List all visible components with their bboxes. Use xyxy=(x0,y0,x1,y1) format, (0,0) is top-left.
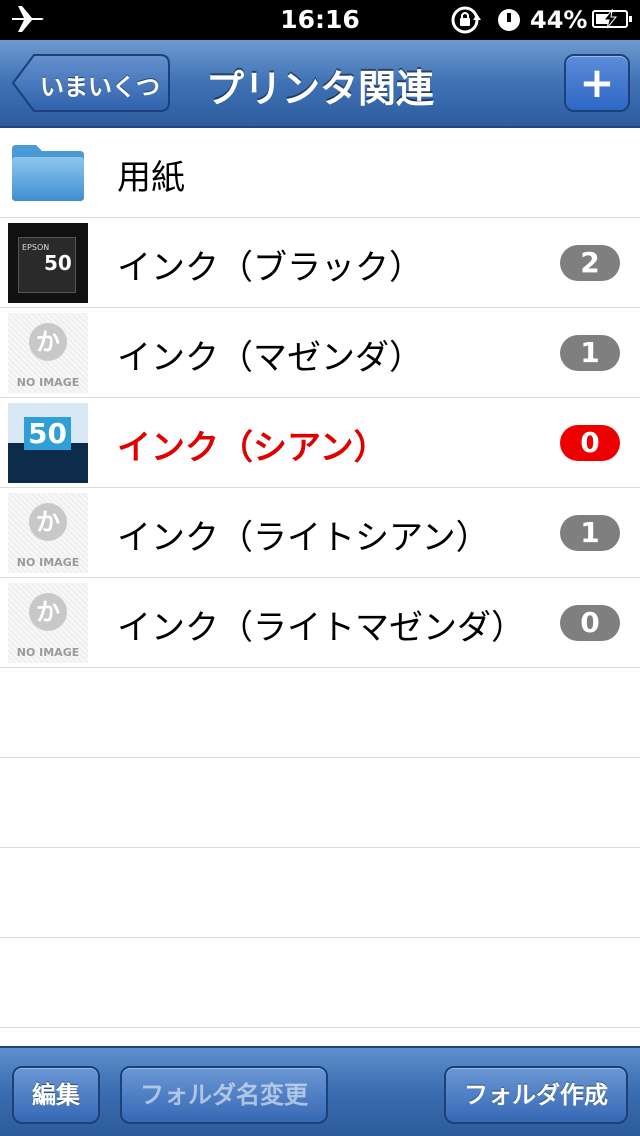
no-image-mark: か xyxy=(29,323,67,361)
no-image-icon: か NO IMAGE xyxy=(8,493,88,573)
count-badge: 2 xyxy=(560,245,620,281)
no-image-text: NO IMAGE xyxy=(16,556,80,569)
empty-row xyxy=(0,668,640,758)
item-label: インク（シアン） xyxy=(117,428,388,468)
rotation-lock-icon xyxy=(451,6,481,34)
list-item[interactable]: EPSON 50 インク（ブラック） 2 xyxy=(0,218,640,308)
add-button[interactable]: + xyxy=(564,54,630,112)
list-item[interactable]: か NO IMAGE インク（ライトシアン） 1 xyxy=(0,488,640,578)
empty-row xyxy=(0,758,640,848)
count-badge: 1 xyxy=(560,515,620,551)
rename-folder-button[interactable]: フォルダ名変更 xyxy=(120,1066,328,1124)
item-photo: 50 xyxy=(8,403,88,483)
edit-button[interactable]: 編集 xyxy=(12,1066,100,1124)
photo-number-text: 50 xyxy=(44,251,72,275)
count-badge: 1 xyxy=(560,335,620,371)
list-item[interactable]: か NO IMAGE インク（ライトマゼンダ） 0 xyxy=(0,578,640,668)
item-label: 用紙 xyxy=(117,158,185,198)
photo-number-text: 50 xyxy=(24,417,71,450)
item-list: 用紙 EPSON 50 インク（ブラック） 2 か NO IMAGE インク（マ… xyxy=(0,128,640,1046)
list-item[interactable]: か NO IMAGE インク（マゼンダ） 1 xyxy=(0,308,640,398)
item-label: インク（ブラック） xyxy=(117,248,423,288)
empty-row xyxy=(0,938,640,1028)
list-item[interactable]: 50 インク（シアン） 0 xyxy=(0,398,640,488)
count-badge: 0 xyxy=(560,605,620,641)
count-badge: 0 xyxy=(560,425,620,461)
alarm-icon xyxy=(498,9,520,31)
page-title: プリンタ関連 xyxy=(205,67,434,111)
no-image-text: NO IMAGE xyxy=(16,646,80,659)
no-image-mark: か xyxy=(29,593,67,631)
item-label: インク（ライトマゼンダ） xyxy=(117,608,525,648)
plus-icon: + xyxy=(579,58,615,107)
no-image-text: NO IMAGE xyxy=(16,376,80,389)
list-item-folder[interactable]: 用紙 xyxy=(0,128,640,218)
bottom-toolbar: 編集 フォルダ名変更 フォルダ作成 xyxy=(0,1046,640,1136)
item-label: インク（ライトシアン） xyxy=(117,518,490,558)
charging-bolt-icon xyxy=(602,8,618,29)
no-image-icon: か NO IMAGE xyxy=(8,313,88,393)
no-image-icon: か NO IMAGE xyxy=(8,583,88,663)
no-image-mark: か xyxy=(29,503,67,541)
battery-percent: 44% xyxy=(530,6,588,34)
create-folder-button[interactable]: フォルダ作成 xyxy=(444,1066,628,1124)
status-bar: 16:16 44% xyxy=(0,0,640,40)
navigation-bar: いまいくつ プリンタ関連 + xyxy=(0,40,640,128)
folder-icon xyxy=(12,145,84,201)
item-label: インク（マゼンダ） xyxy=(117,338,423,378)
empty-row xyxy=(0,848,640,938)
item-photo: EPSON 50 xyxy=(8,223,88,303)
